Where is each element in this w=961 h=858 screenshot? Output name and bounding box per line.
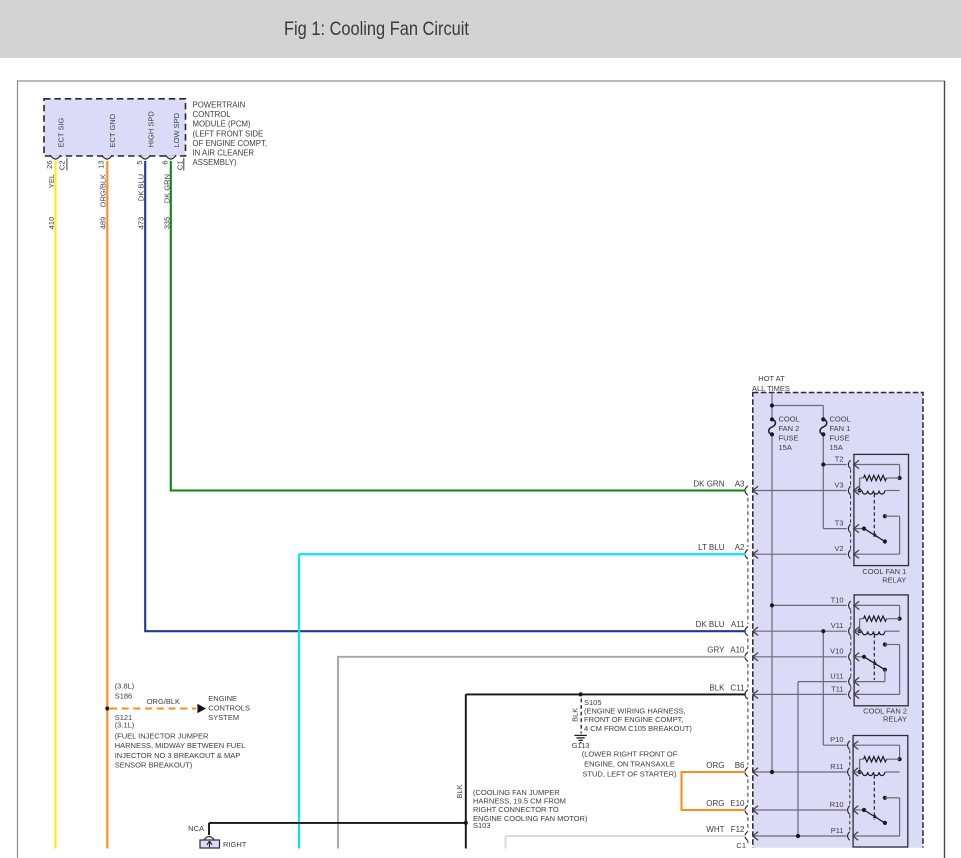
svg-text:ENGINE, ON TRANSAXLE: ENGINE, ON TRANSAXLE <box>584 760 675 769</box>
svg-text:4 CM FROM C105 BREAKOUT): 4 CM FROM C105 BREAKOUT) <box>584 724 692 733</box>
svg-text:V10: V10 <box>830 646 843 655</box>
svg-text:HOT AT: HOT AT <box>758 374 785 383</box>
svg-text:A3: A3 <box>735 479 745 488</box>
svg-text:A10: A10 <box>730 646 745 655</box>
svg-text:RIGHT: RIGHT <box>223 840 247 849</box>
svg-text:(3.1L): (3.1L) <box>115 720 135 729</box>
svg-text:RELAY: RELAY <box>882 576 906 585</box>
svg-text:NCA: NCA <box>188 824 204 833</box>
svg-text:ORG/BLK: ORG/BLK <box>147 697 180 706</box>
svg-text:STUD, LEFT OF STARTER): STUD, LEFT OF STARTER) <box>582 770 677 779</box>
svg-text:ASSEMBLY): ASSEMBLY) <box>193 158 237 167</box>
svg-text:BLK: BLK <box>455 784 464 798</box>
svg-text:T11: T11 <box>831 684 843 693</box>
svg-text:DK GRN: DK GRN <box>693 479 724 488</box>
svg-text:T3: T3 <box>835 519 844 528</box>
svg-text:IN AIR CLEANER: IN AIR CLEANER <box>193 149 255 158</box>
svg-text:GRY: GRY <box>707 646 725 655</box>
svg-text:CONTROLS: CONTROLS <box>208 704 250 713</box>
svg-text:A2: A2 <box>735 543 745 552</box>
svg-text:R10: R10 <box>830 800 844 809</box>
svg-text:S103: S103 <box>473 821 491 830</box>
svg-text:FUSE: FUSE <box>779 434 799 443</box>
svg-text:BLK: BLK <box>709 683 725 692</box>
svg-text:ECT SIG: ECT SIG <box>57 117 66 147</box>
svg-text:ORG: ORG <box>706 799 724 808</box>
svg-text:T2: T2 <box>835 455 844 464</box>
svg-text:ORG: ORG <box>706 761 724 770</box>
svg-text:HIGH SPD: HIGH SPD <box>146 111 155 148</box>
svg-text:ENGINE: ENGINE <box>208 694 237 703</box>
svg-text:WHT: WHT <box>706 825 724 834</box>
svg-text:CONTROL: CONTROL <box>193 110 232 119</box>
svg-text:15A: 15A <box>779 443 792 452</box>
svg-text:COOL: COOL <box>830 415 851 424</box>
svg-text:A11: A11 <box>731 620 745 629</box>
svg-text:FAN 1: FAN 1 <box>830 424 851 433</box>
svg-text:P11: P11 <box>831 826 844 835</box>
svg-text:ECT GND: ECT GND <box>108 113 117 147</box>
svg-text:FAN 2: FAN 2 <box>779 424 800 433</box>
svg-text:LOW SPD: LOW SPD <box>172 112 181 147</box>
svg-text:HARNESS, MIDWAY BETWEEN FUEL: HARNESS, MIDWAY BETWEEN FUEL <box>115 741 246 750</box>
svg-text:ALL TIMES: ALL TIMES <box>752 384 790 393</box>
svg-text:6: 6 <box>160 161 169 165</box>
svg-text:B6: B6 <box>735 761 745 770</box>
svg-text:S186: S186 <box>115 691 133 700</box>
svg-text:E10: E10 <box>730 799 745 808</box>
svg-text:C2: C2 <box>58 161 67 171</box>
svg-text:SYSTEM: SYSTEM <box>208 713 239 722</box>
svg-text:OF ENGINE COMPT,: OF ENGINE COMPT, <box>193 139 268 148</box>
svg-text:F12: F12 <box>731 825 745 834</box>
svg-text:(LEFT FRONT SIDE: (LEFT FRONT SIDE <box>193 129 264 138</box>
svg-text:(LOWER RIGHT FRONT OF: (LOWER RIGHT FRONT OF <box>582 750 678 759</box>
svg-text:5: 5 <box>135 161 144 165</box>
svg-text:V3: V3 <box>834 481 843 490</box>
svg-text:FUSE: FUSE <box>830 434 850 443</box>
svg-text:(3.8L): (3.8L) <box>115 682 135 691</box>
svg-text:15A: 15A <box>830 443 843 452</box>
svg-text:13: 13 <box>97 161 106 169</box>
svg-text:COOL: COOL <box>779 415 800 424</box>
svg-text:C11: C11 <box>730 683 745 692</box>
svg-text:BLK: BLK <box>571 708 580 722</box>
svg-text:RELAY: RELAY <box>883 715 907 724</box>
svg-text:MODULE (PCM): MODULE (PCM) <box>193 120 251 129</box>
svg-text:489: 489 <box>99 217 108 230</box>
svg-text:POWERTRAIN: POWERTRAIN <box>193 101 246 110</box>
svg-text:INJECTOR NO 3 BREAKOUT & MAP: INJECTOR NO 3 BREAKOUT & MAP <box>115 751 241 760</box>
svg-text:LT BLU: LT BLU <box>698 543 725 552</box>
svg-text:ORG/BLK: ORG/BLK <box>99 174 108 207</box>
svg-text:V11: V11 <box>831 621 844 630</box>
svg-text:V2: V2 <box>834 544 843 553</box>
svg-text:P10: P10 <box>830 735 843 744</box>
svg-text:U11: U11 <box>830 672 843 681</box>
svg-text:T10: T10 <box>831 595 844 604</box>
svg-text:SENSOR BREAKOUT): SENSOR BREAKOUT) <box>115 761 193 770</box>
svg-text:26: 26 <box>45 161 54 169</box>
svg-text:C1: C1 <box>176 161 185 171</box>
svg-text:Fig 1: Cooling Fan Circuit: Fig 1: Cooling Fan Circuit <box>284 18 469 40</box>
svg-text:R11: R11 <box>830 762 843 771</box>
svg-text:(FUEL INJECTOR JUMPER: (FUEL INJECTOR JUMPER <box>115 731 209 740</box>
svg-text:DK BLU: DK BLU <box>696 620 725 629</box>
svg-text:C1: C1 <box>736 841 746 850</box>
